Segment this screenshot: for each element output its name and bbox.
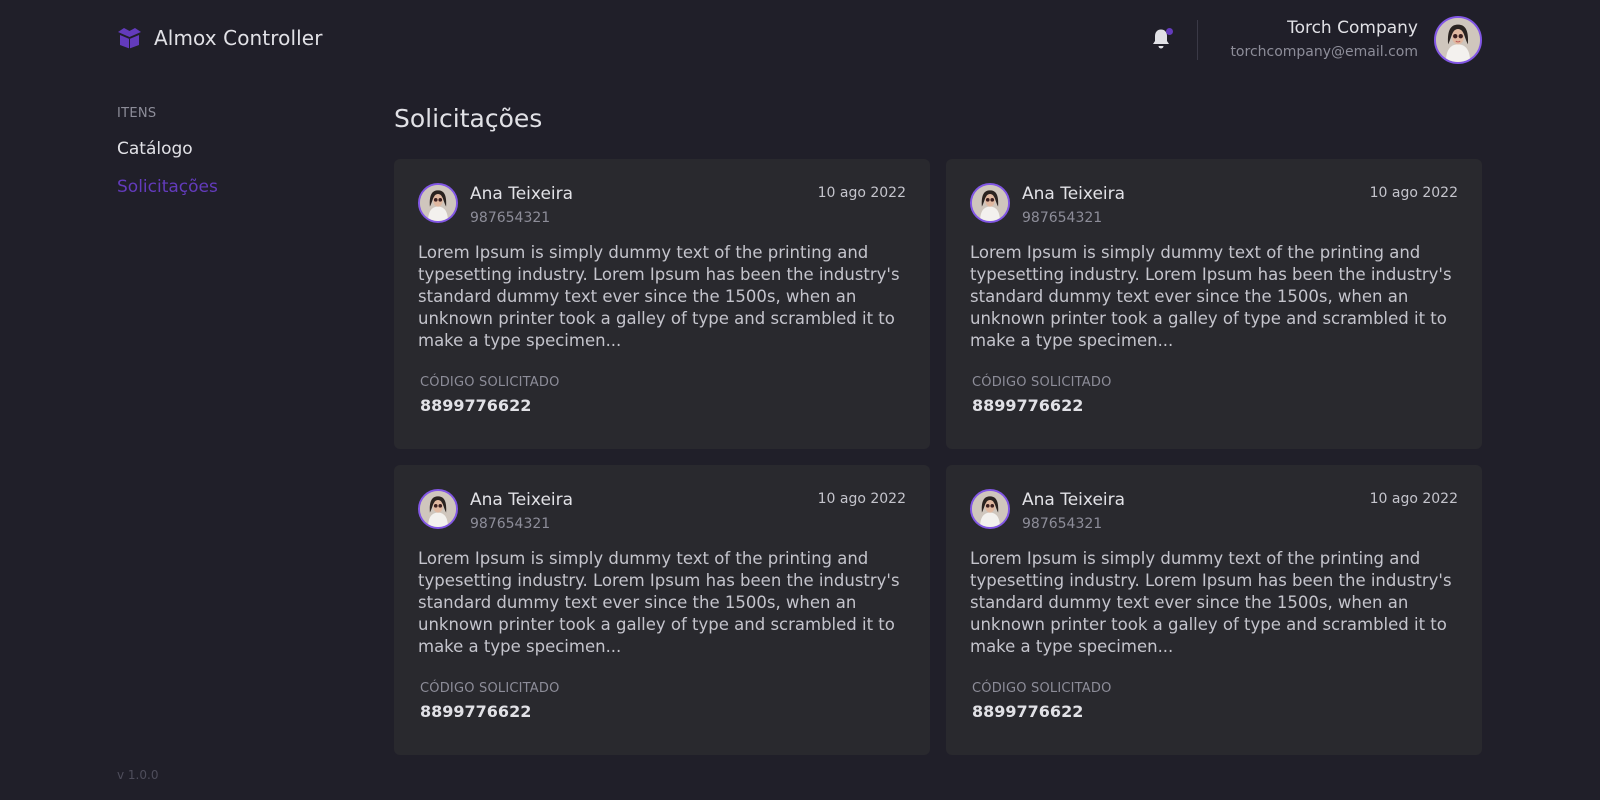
requester-info: Ana Teixeira 987654321	[470, 489, 573, 534]
requester-name: Ana Teixeira	[470, 184, 574, 204]
requester-info: Ana Teixeira 987654321	[470, 183, 573, 228]
request-description: Lorem Ipsum is simply dummy text of the …	[970, 549, 1452, 656]
requester-avatar	[418, 489, 458, 529]
card-header: Ana Teixeira 987654321 10 ago 2022	[418, 489, 906, 534]
user-name: Torch Company	[1287, 18, 1418, 38]
code-label: CÓDIGO SOLICITADO	[972, 681, 1112, 696]
requested-code: 8899776622	[420, 702, 532, 721]
user-avatar[interactable]	[1434, 16, 1482, 64]
request-description: Lorem Ipsum is simply dummy text of the …	[418, 549, 900, 656]
requester-avatar	[970, 183, 1010, 223]
request-description: Lorem Ipsum is simply dummy text of the …	[418, 243, 900, 350]
notifications-button[interactable]	[1151, 28, 1173, 52]
request-date: 10 ago 2022	[1369, 491, 1458, 507]
avatar-image	[420, 491, 456, 527]
app-title: Almox Controller	[154, 26, 323, 50]
code-label: CÓDIGO SOLICITADO	[420, 681, 560, 696]
request-card[interactable]: Ana Teixeira 987654321 10 ago 2022 Lorem…	[394, 465, 930, 755]
requester-id: 987654321	[470, 516, 551, 532]
header-divider	[1197, 20, 1198, 60]
requester-id: 987654321	[470, 210, 551, 226]
requester-info: Ana Teixeira 987654321	[1022, 489, 1125, 534]
main-content: Solicitações Ana Teixeira 987654321 10 a…	[394, 104, 1482, 755]
request-card[interactable]: Ana Teixeira 987654321 10 ago 2022 Lorem…	[946, 159, 1482, 449]
avatar-image	[972, 491, 1008, 527]
user-email: torchcompany@email.com	[1230, 44, 1418, 60]
requester-id: 987654321	[1022, 516, 1103, 532]
requests-grid: Ana Teixeira 987654321 10 ago 2022 Lorem…	[394, 159, 1482, 755]
requester-name: Ana Teixeira	[1022, 184, 1126, 204]
notification-dot	[1166, 28, 1173, 35]
sidebar: ITENS Catálogo Solicitações	[117, 106, 367, 197]
card-header: Ana Teixeira 987654321 10 ago 2022	[970, 489, 1458, 534]
box-icon	[118, 28, 141, 49]
request-date: 10 ago 2022	[1369, 185, 1458, 201]
requester-name: Ana Teixeira	[470, 490, 574, 510]
user-info: Torch Company torchcompany@email.com	[1230, 17, 1418, 63]
sidebar-item-solicitacoes[interactable]: Solicitações	[117, 177, 367, 197]
requester-name: Ana Teixeira	[1022, 490, 1126, 510]
card-header: Ana Teixeira 987654321 10 ago 2022	[418, 183, 906, 228]
card-header: Ana Teixeira 987654321 10 ago 2022	[970, 183, 1458, 228]
avatar-image	[972, 185, 1008, 221]
sidebar-item-catalogo[interactable]: Catálogo	[117, 139, 367, 159]
requested-code: 8899776622	[972, 702, 1084, 721]
request-card[interactable]: Ana Teixeira 987654321 10 ago 2022 Lorem…	[946, 465, 1482, 755]
requester-id: 987654321	[1022, 210, 1103, 226]
code-label: CÓDIGO SOLICITADO	[972, 375, 1112, 390]
requester-avatar	[418, 183, 458, 223]
top-header: Almox Controller Torch Company torchcomp…	[0, 0, 1600, 80]
avatar-image	[420, 185, 456, 221]
sidebar-section-label: ITENS	[117, 106, 157, 121]
requester-avatar	[970, 489, 1010, 529]
request-description: Lorem Ipsum is simply dummy text of the …	[970, 243, 1452, 350]
requested-code: 8899776622	[420, 396, 532, 415]
request-card[interactable]: Ana Teixeira 987654321 10 ago 2022 Lorem…	[394, 159, 930, 449]
avatar-image	[1436, 18, 1480, 62]
requester-info: Ana Teixeira 987654321	[1022, 183, 1125, 228]
code-label: CÓDIGO SOLICITADO	[420, 375, 560, 390]
page-title: Solicitações	[394, 104, 543, 133]
requested-code: 8899776622	[972, 396, 1084, 415]
brand[interactable]: Almox Controller	[117, 26, 323, 50]
request-date: 10 ago 2022	[817, 185, 906, 201]
request-date: 10 ago 2022	[817, 491, 906, 507]
app-version: v 1.0.0	[117, 768, 159, 782]
